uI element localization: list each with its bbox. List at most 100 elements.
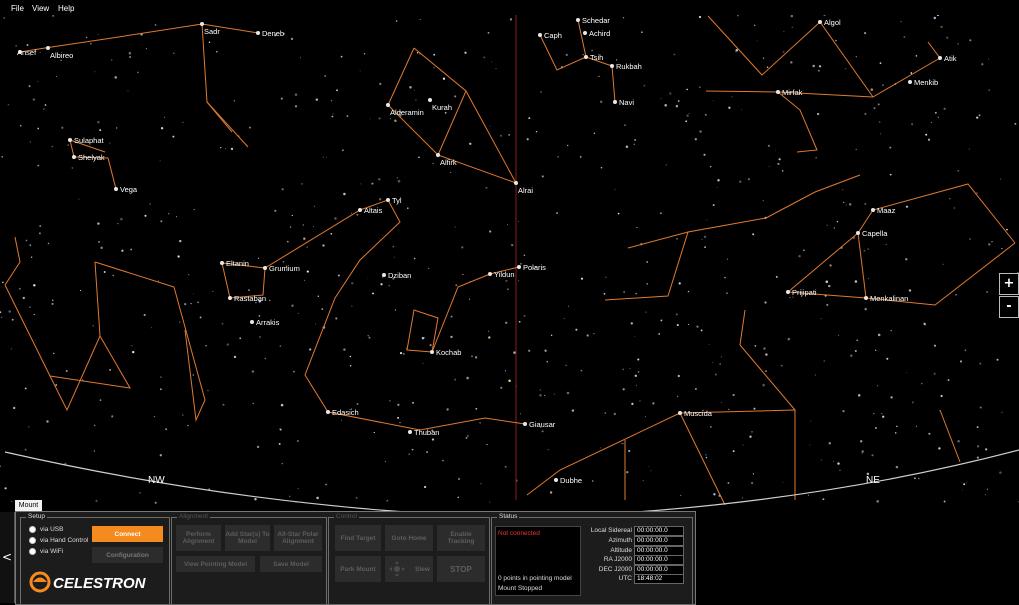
background-star xyxy=(812,64,815,68)
menu-file[interactable]: File xyxy=(11,4,24,13)
star-shelyak[interactable] xyxy=(72,155,76,159)
background-star xyxy=(850,354,853,357)
background-star xyxy=(622,388,625,391)
star-thuban[interactable] xyxy=(408,430,412,434)
star-arrakis[interactable] xyxy=(250,320,254,324)
star-grumium[interactable] xyxy=(263,266,267,270)
celestron-logo-swoosh xyxy=(33,577,47,582)
background-star xyxy=(622,368,625,371)
star-polaris[interactable] xyxy=(517,265,521,269)
star-dubhe[interactable] xyxy=(554,478,558,482)
star-capella[interactable] xyxy=(856,231,860,235)
background-star xyxy=(433,67,435,69)
star-alderamin[interactable] xyxy=(386,103,390,107)
star-alfirk[interactable] xyxy=(436,153,440,157)
goto-home-button[interactable]: Goto Home xyxy=(385,525,433,551)
panel-collapse-button[interactable]: < xyxy=(0,512,15,603)
cygnus-line xyxy=(19,23,259,53)
background-star xyxy=(957,43,959,45)
background-star xyxy=(604,412,606,414)
menu-help[interactable]: Help xyxy=(58,4,74,13)
star-prijipati[interactable] xyxy=(786,290,790,294)
star-navi[interactable] xyxy=(613,100,617,104)
configuration-button[interactable]: Configuration xyxy=(92,547,163,563)
background-star xyxy=(247,289,251,292)
perseus-line xyxy=(707,15,941,98)
background-star xyxy=(143,313,146,317)
star-edasich[interactable] xyxy=(326,410,330,414)
star-giausar[interactable] xyxy=(523,422,527,426)
background-star xyxy=(336,89,338,92)
zoom-out-button[interactable]: - xyxy=(999,296,1019,318)
star-algol[interactable] xyxy=(818,20,822,24)
background-star xyxy=(28,85,31,88)
star-caph[interactable] xyxy=(538,33,542,37)
background-star xyxy=(675,313,678,316)
background-star xyxy=(749,435,752,438)
star-tsih[interactable] xyxy=(584,55,588,59)
radio-wifi[interactable]: via WiFi xyxy=(29,548,63,555)
background-star xyxy=(517,220,520,223)
background-star xyxy=(67,144,69,146)
star-kurah[interactable] xyxy=(428,98,432,102)
setup-group: Setup via USB via Hand Control via WiFi … xyxy=(20,513,170,605)
star-achird[interactable] xyxy=(583,31,587,35)
star-altais[interactable] xyxy=(358,208,362,212)
background-star xyxy=(877,333,881,337)
all-star-polar-alignment-button[interactable]: All-Star Polar Alignment xyxy=(274,525,322,551)
add-stars-button[interactable]: Add Star(s) To Model xyxy=(225,525,270,551)
star-tyl[interactable] xyxy=(386,198,390,202)
find-target-button[interactable]: Find Target xyxy=(335,525,381,551)
star-rastaban[interactable] xyxy=(228,296,232,300)
radio-hand-control[interactable]: via Hand Control xyxy=(29,537,88,544)
star-deneb[interactable] xyxy=(256,31,260,35)
star-sulaphat[interactable] xyxy=(68,138,72,142)
connect-button[interactable]: Connect xyxy=(92,526,163,542)
background-star xyxy=(226,343,230,346)
star-label-eltanin: Eltanin xyxy=(226,259,249,268)
star-menkalinan[interactable] xyxy=(864,296,868,300)
save-model-button[interactable]: Save Model xyxy=(260,556,322,572)
background-star xyxy=(894,432,897,434)
star-maaz[interactable] xyxy=(871,208,875,212)
park-mount-button[interactable]: Park Mount xyxy=(335,556,381,582)
star-vega[interactable] xyxy=(114,187,118,191)
background-star xyxy=(188,274,190,276)
star-sadr[interactable] xyxy=(200,22,204,26)
background-star xyxy=(686,114,689,117)
background-star xyxy=(943,500,946,503)
stop-button[interactable]: STOP xyxy=(437,556,485,582)
view-pointing-model-button[interactable]: View Pointing Model xyxy=(176,556,255,572)
star-menkib[interactable] xyxy=(908,80,912,84)
background-star xyxy=(419,19,421,20)
background-star xyxy=(871,454,874,457)
star-albireo[interactable] xyxy=(46,46,50,50)
background-star xyxy=(61,126,64,129)
background-star xyxy=(803,249,805,251)
background-star xyxy=(752,233,755,236)
star-eltanin[interactable] xyxy=(220,261,224,265)
star-mirfak[interactable] xyxy=(776,90,780,94)
menu-view[interactable]: View xyxy=(32,4,49,13)
star-schedar[interactable] xyxy=(576,18,580,22)
zoom-in-button[interactable]: + xyxy=(999,273,1019,295)
star-alrai[interactable] xyxy=(514,181,518,185)
star-atik[interactable] xyxy=(938,56,942,60)
background-star xyxy=(450,335,453,339)
star-dziban[interactable] xyxy=(382,273,386,277)
background-star xyxy=(12,406,16,410)
star-kochab[interactable] xyxy=(430,350,434,354)
enable-tracking-button[interactable]: Enable Tracking xyxy=(437,525,485,551)
background-star xyxy=(39,225,42,227)
background-star xyxy=(765,353,768,356)
perform-alignment-button[interactable]: Perform Alignment xyxy=(176,525,221,551)
ra-value: 00:00:00.0 xyxy=(634,555,684,565)
control-title: Control xyxy=(334,513,359,520)
background-star xyxy=(94,71,96,73)
star-rukbah[interactable] xyxy=(610,64,614,68)
star-muscida[interactable] xyxy=(678,411,682,415)
star-yildun[interactable] xyxy=(488,272,492,276)
slew-button[interactable]: Slew xyxy=(385,556,433,582)
background-star xyxy=(762,383,765,387)
radio-usb[interactable]: via USB xyxy=(29,526,63,533)
